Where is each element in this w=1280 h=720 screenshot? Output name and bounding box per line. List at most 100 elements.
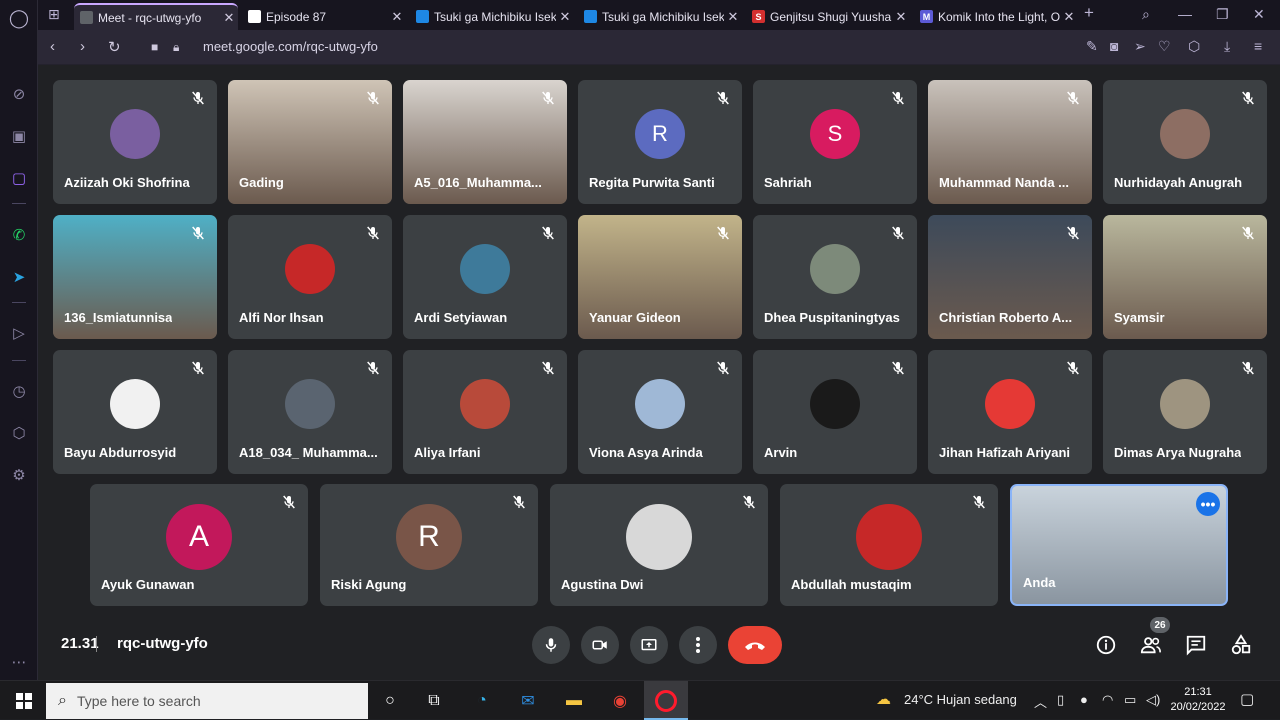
back-button[interactable]: ‹ — [50, 38, 55, 55]
tab-4[interactable]: Tsuki ga Michibiku Isek ✕ — [578, 3, 742, 30]
self-tile-options-button[interactable]: ••• — [1196, 492, 1220, 516]
speed-dial-icon[interactable]: ⊘ — [9, 84, 29, 104]
meeting-info-button[interactable] — [1093, 632, 1119, 658]
tab-close-icon[interactable]: ✕ — [724, 9, 742, 25]
camera-button[interactable] — [581, 626, 619, 664]
weather-icon[interactable]: ☁ — [876, 690, 891, 708]
participant-tile[interactable]: Dhea Puspitaningtyas — [753, 215, 917, 339]
mail-icon[interactable]: ✉ — [516, 689, 540, 713]
tab-2[interactable]: Episode 87 ✕ — [242, 3, 406, 30]
participant-tile[interactable]: Agustina Dwi — [550, 484, 768, 606]
forward-button[interactable]: › — [80, 38, 85, 55]
participant-tile[interactable]: Syamsir — [1103, 215, 1267, 339]
camera-in-use-icon[interactable]: ■ — [151, 40, 158, 54]
history-icon[interactable]: ◷ — [9, 381, 29, 401]
tab-6[interactable]: M Komik Into the Light, O ✕ — [914, 3, 1078, 30]
windows-start-icon[interactable] — [12, 689, 36, 713]
edit-icon[interactable]: ✎ — [1086, 38, 1098, 55]
participant-tile[interactable]: R Regita Purwita Santi — [578, 80, 742, 204]
participant-tile[interactable]: R Riski Agung — [320, 484, 538, 606]
tab-close-icon[interactable]: ✕ — [892, 9, 910, 25]
participant-tile[interactable]: Alfi Nor Ihsan — [228, 215, 392, 339]
battery-icon[interactable]: ▭ — [1124, 692, 1136, 708]
muted-mic-icon — [1240, 360, 1256, 376]
easy-setup-icon[interactable]: ≡ — [1254, 38, 1262, 54]
search-tabs-icon[interactable]: ⌕ — [1142, 6, 1150, 23]
participant-tile[interactable]: Viona Asya Arinda — [578, 350, 742, 474]
url-field[interactable]: meet.google.com/rqc-utwg-yfo — [203, 39, 378, 54]
participant-tile[interactable]: A5_016_Muhamma... — [403, 80, 567, 204]
volume-icon[interactable]: ◁) — [1146, 692, 1160, 708]
more-dots-icon[interactable]: ⋯ — [9, 652, 29, 672]
tray-microphone-icon[interactable]: ● — [1080, 692, 1088, 707]
player-icon[interactable]: ▷ — [9, 323, 29, 343]
end-call-button[interactable] — [728, 626, 782, 664]
participant-tile[interactable]: Gading — [228, 80, 392, 204]
cube-icon[interactable]: ⬡ — [1188, 38, 1200, 55]
opera-logo-icon[interactable]: ◯ — [9, 8, 29, 28]
tab-close-icon[interactable]: ✕ — [556, 9, 574, 25]
whatsapp-icon[interactable]: ✆ — [9, 225, 29, 245]
tab-favicon-icon — [248, 10, 261, 23]
extensions-cube-icon[interactable]: ⬡ — [9, 423, 29, 443]
participant-tile[interactable]: Nurhidayah Anugrah — [1103, 80, 1267, 204]
chrome-icon[interactable]: ◉ — [608, 689, 632, 713]
close-window-button[interactable]: ✕ — [1253, 6, 1265, 23]
settings-gear-icon[interactable]: ⚙ — [9, 465, 29, 485]
notifications-icon[interactable]: ▢ — [1240, 690, 1254, 708]
chat-button[interactable] — [1183, 632, 1209, 658]
tray-meet-icon[interactable]: ▯ — [1057, 692, 1064, 708]
minimize-button[interactable]: — — [1178, 6, 1192, 22]
clock-date: 20/02/2022 — [1170, 701, 1226, 713]
activities-button[interactable] — [1228, 632, 1254, 658]
taskbar-clock[interactable]: 21:31 20/02/2022 — [1168, 685, 1228, 715]
twitch-icon[interactable]: ▢ — [9, 168, 29, 188]
briefcase-icon[interactable]: ▣ — [9, 126, 29, 146]
self-video-tile[interactable]: ••• Anda — [1010, 484, 1228, 606]
participant-tile[interactable]: S Sahriah — [753, 80, 917, 204]
tab-5[interactable]: S Genjitsu Shugi Yuusha ✕ — [746, 3, 910, 30]
more-options-button[interactable] — [679, 626, 717, 664]
file-explorer-icon[interactable]: ▬ — [562, 689, 586, 713]
new-tab-button[interactable]: + — [1084, 3, 1094, 23]
tab-1[interactable]: Meet - rqc-utwg-yfo ✕ — [74, 3, 238, 30]
participant-tile[interactable]: Abdullah mustaqim — [780, 484, 998, 606]
participant-tile[interactable]: Muhammad Nanda ... — [928, 80, 1092, 204]
participant-tile[interactable]: Christian Roberto A... — [928, 215, 1092, 339]
telegram-icon[interactable]: ➤ — [9, 267, 29, 287]
lock-icon[interactable]: 🔒︎ — [173, 40, 179, 55]
tab-3[interactable]: Tsuki ga Michibiku Isek ✕ — [410, 3, 574, 30]
participant-tile[interactable]: 136_Ismiatunnisa — [53, 215, 217, 339]
heart-icon[interactable]: ♡ — [1158, 38, 1171, 55]
tray-chevron-up-icon[interactable]: ︿ — [1034, 692, 1047, 711]
present-screen-button[interactable] — [630, 626, 668, 664]
opera-taskbar-button[interactable] — [644, 681, 688, 720]
cortana-icon[interactable]: ○ — [378, 689, 402, 713]
weather-text[interactable]: 24°C Hujan sedang — [904, 692, 1017, 707]
participant-tile[interactable]: Aziizah Oki Shofrina — [53, 80, 217, 204]
participant-tile[interactable]: Aliya Irfani — [403, 350, 567, 474]
wifi-icon[interactable]: ◠ — [1102, 692, 1113, 708]
participants-button[interactable] — [1138, 632, 1164, 658]
tab-close-icon[interactable]: ✕ — [220, 10, 238, 26]
microphone-button[interactable] — [532, 626, 570, 664]
taskbar-search-box[interactable]: ⌕ Type here to search — [46, 683, 368, 719]
participant-tile[interactable]: Jihan Hafizah Ariyani — [928, 350, 1092, 474]
tab-close-icon[interactable]: ✕ — [1060, 9, 1078, 25]
snapshot-camera-icon[interactable]: ◙ — [1110, 38, 1118, 54]
participant-tile[interactable]: A Ayuk Gunawan — [90, 484, 308, 606]
participant-tile[interactable]: A18_034_ Muhamma... — [228, 350, 392, 474]
edge-icon[interactable]: ◔ — [470, 689, 494, 713]
download-icon[interactable]: ⤓ — [1224, 38, 1230, 55]
send-icon[interactable]: ➢ — [1134, 38, 1146, 55]
task-view-icon[interactable]: ⧉ — [422, 689, 446, 713]
gamepad-icon[interactable]: ⊞ — [48, 6, 60, 23]
participant-tile[interactable]: Dimas Arya Nugraha — [1103, 350, 1267, 474]
restore-button[interactable]: ❐ — [1216, 6, 1229, 23]
reload-button[interactable]: ↻ — [108, 38, 121, 56]
participant-tile[interactable]: Yanuar Gideon — [578, 215, 742, 339]
participant-tile[interactable]: Ardi Setyiawan — [403, 215, 567, 339]
tab-close-icon[interactable]: ✕ — [388, 9, 406, 25]
participant-tile[interactable]: Bayu Abdurrosyid — [53, 350, 217, 474]
participant-tile[interactable]: Arvin — [753, 350, 917, 474]
